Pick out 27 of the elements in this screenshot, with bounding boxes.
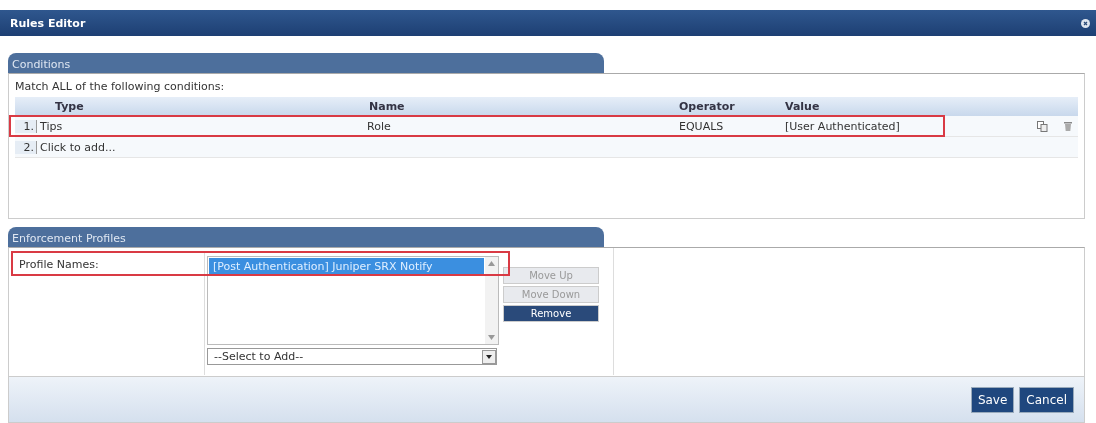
section-title: Enforcement Profiles xyxy=(12,232,126,245)
column-header: Operator xyxy=(679,100,736,113)
section-title: Conditions xyxy=(12,58,71,71)
table-cell-text: Role xyxy=(367,119,392,133)
window-title: Rules Editor xyxy=(10,16,86,30)
table-cell-text: EQUALS xyxy=(679,119,725,133)
copy-icon[interactable] xyxy=(1037,120,1048,132)
field-label: Profile Names: xyxy=(19,258,99,271)
profile-select[interactable]: --Select to Add-- xyxy=(207,348,497,365)
table-cell-text: Tips xyxy=(39,119,64,133)
row-number: 1. xyxy=(15,119,37,133)
list-action-button[interactable]: Remove xyxy=(503,305,599,322)
table-row[interactable]: 2. Click to add... xyxy=(15,137,1078,158)
dialog-button[interactable]: Cancel xyxy=(1019,386,1074,413)
row-number: 2. xyxy=(15,140,37,154)
match-text: Match ALL of the following conditions: xyxy=(15,79,226,95)
column-header: Value xyxy=(785,100,821,113)
add-condition-link[interactable]: Click to add... xyxy=(37,140,945,154)
dropdown-icon[interactable] xyxy=(482,349,496,364)
scroll-down-icon[interactable] xyxy=(488,335,495,340)
column-header: Name xyxy=(368,100,406,113)
column-header: Type xyxy=(54,100,85,113)
scroll-up-icon[interactable] xyxy=(488,261,495,266)
table-cell-text: [User Authenticated] xyxy=(785,119,901,133)
close-icon[interactable] xyxy=(1081,18,1090,28)
dialog-button[interactable]: Save xyxy=(970,386,1015,413)
trash-icon[interactable] xyxy=(1064,121,1072,131)
